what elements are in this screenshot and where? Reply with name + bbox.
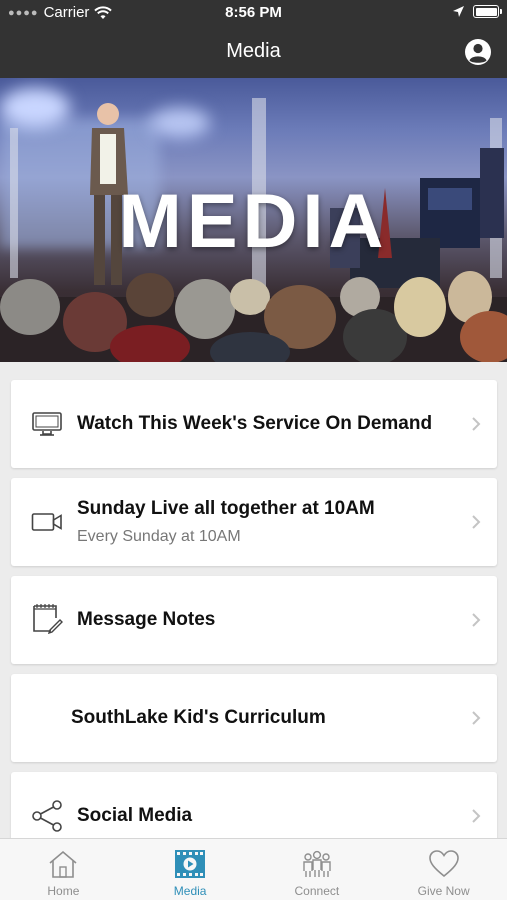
chevron-right-icon <box>472 613 481 627</box>
chevron-right-icon <box>472 809 481 823</box>
media-icon <box>175 850 206 878</box>
list-item-title: Social Media <box>77 805 193 826</box>
status-right <box>452 5 502 18</box>
status-bar: ●●●● Carrier 8:56 PM <box>0 0 507 26</box>
status-time: 8:56 PM <box>225 4 282 21</box>
chevron-right-icon <box>472 711 481 725</box>
stage-light <box>150 108 210 138</box>
tab-home[interactable]: Home <box>0 839 127 900</box>
list-item-title: Message Notes <box>77 609 216 630</box>
media-screen: ●●●● Carrier 8:56 PM Media MEDIA Watch T… <box>0 0 507 900</box>
tab-give-now[interactable]: Give Now <box>380 839 507 900</box>
heart-icon <box>428 850 459 878</box>
page-title: Media <box>226 40 281 62</box>
connect-icon <box>303 850 331 877</box>
share-icon <box>29 800 65 832</box>
home-icon <box>49 850 77 878</box>
list-item-kids-curriculum[interactable]: SouthLake Kid's Curriculum <box>11 674 497 762</box>
stage-light <box>0 88 70 128</box>
hero-title: MEDIA <box>118 179 389 264</box>
tab-bar: Home Media Connect Give Now <box>0 838 507 900</box>
battery-icon <box>473 5 502 18</box>
tab-label: Connect <box>294 884 340 898</box>
list-item-sunday-live[interactable]: Sunday Live all together at 10AM Every S… <box>11 478 497 566</box>
chevron-right-icon <box>472 417 481 431</box>
list-item-title: SouthLake Kid's Curriculum <box>71 707 326 728</box>
tab-label: Give Now <box>417 884 470 898</box>
hero-banner: MEDIA <box>0 78 507 362</box>
tab-label: Home <box>47 884 80 898</box>
video-camera-icon <box>29 506 65 538</box>
notepad-icon <box>29 602 65 634</box>
list-item-watch-service[interactable]: Watch This Week's Service On Demand <box>11 380 497 468</box>
navigation-bar: Media <box>0 26 507 78</box>
location-arrow-icon <box>453 6 464 17</box>
profile-icon[interactable] <box>464 38 492 66</box>
chevron-right-icon <box>472 515 481 529</box>
list-item-title: Sunday Live all together at 10AM <box>77 498 375 519</box>
list-item-title: Watch This Week's Service On Demand <box>77 413 433 434</box>
tab-label: Media <box>173 884 207 898</box>
audience-crowd <box>0 271 507 362</box>
tab-connect[interactable]: Connect <box>254 839 381 900</box>
list-item-message-notes[interactable]: Message Notes <box>11 576 497 664</box>
monitor-icon <box>29 408 65 440</box>
tab-media[interactable]: Media <box>127 839 254 900</box>
list-item-subtitle: Every Sunday at 10AM <box>77 528 241 545</box>
